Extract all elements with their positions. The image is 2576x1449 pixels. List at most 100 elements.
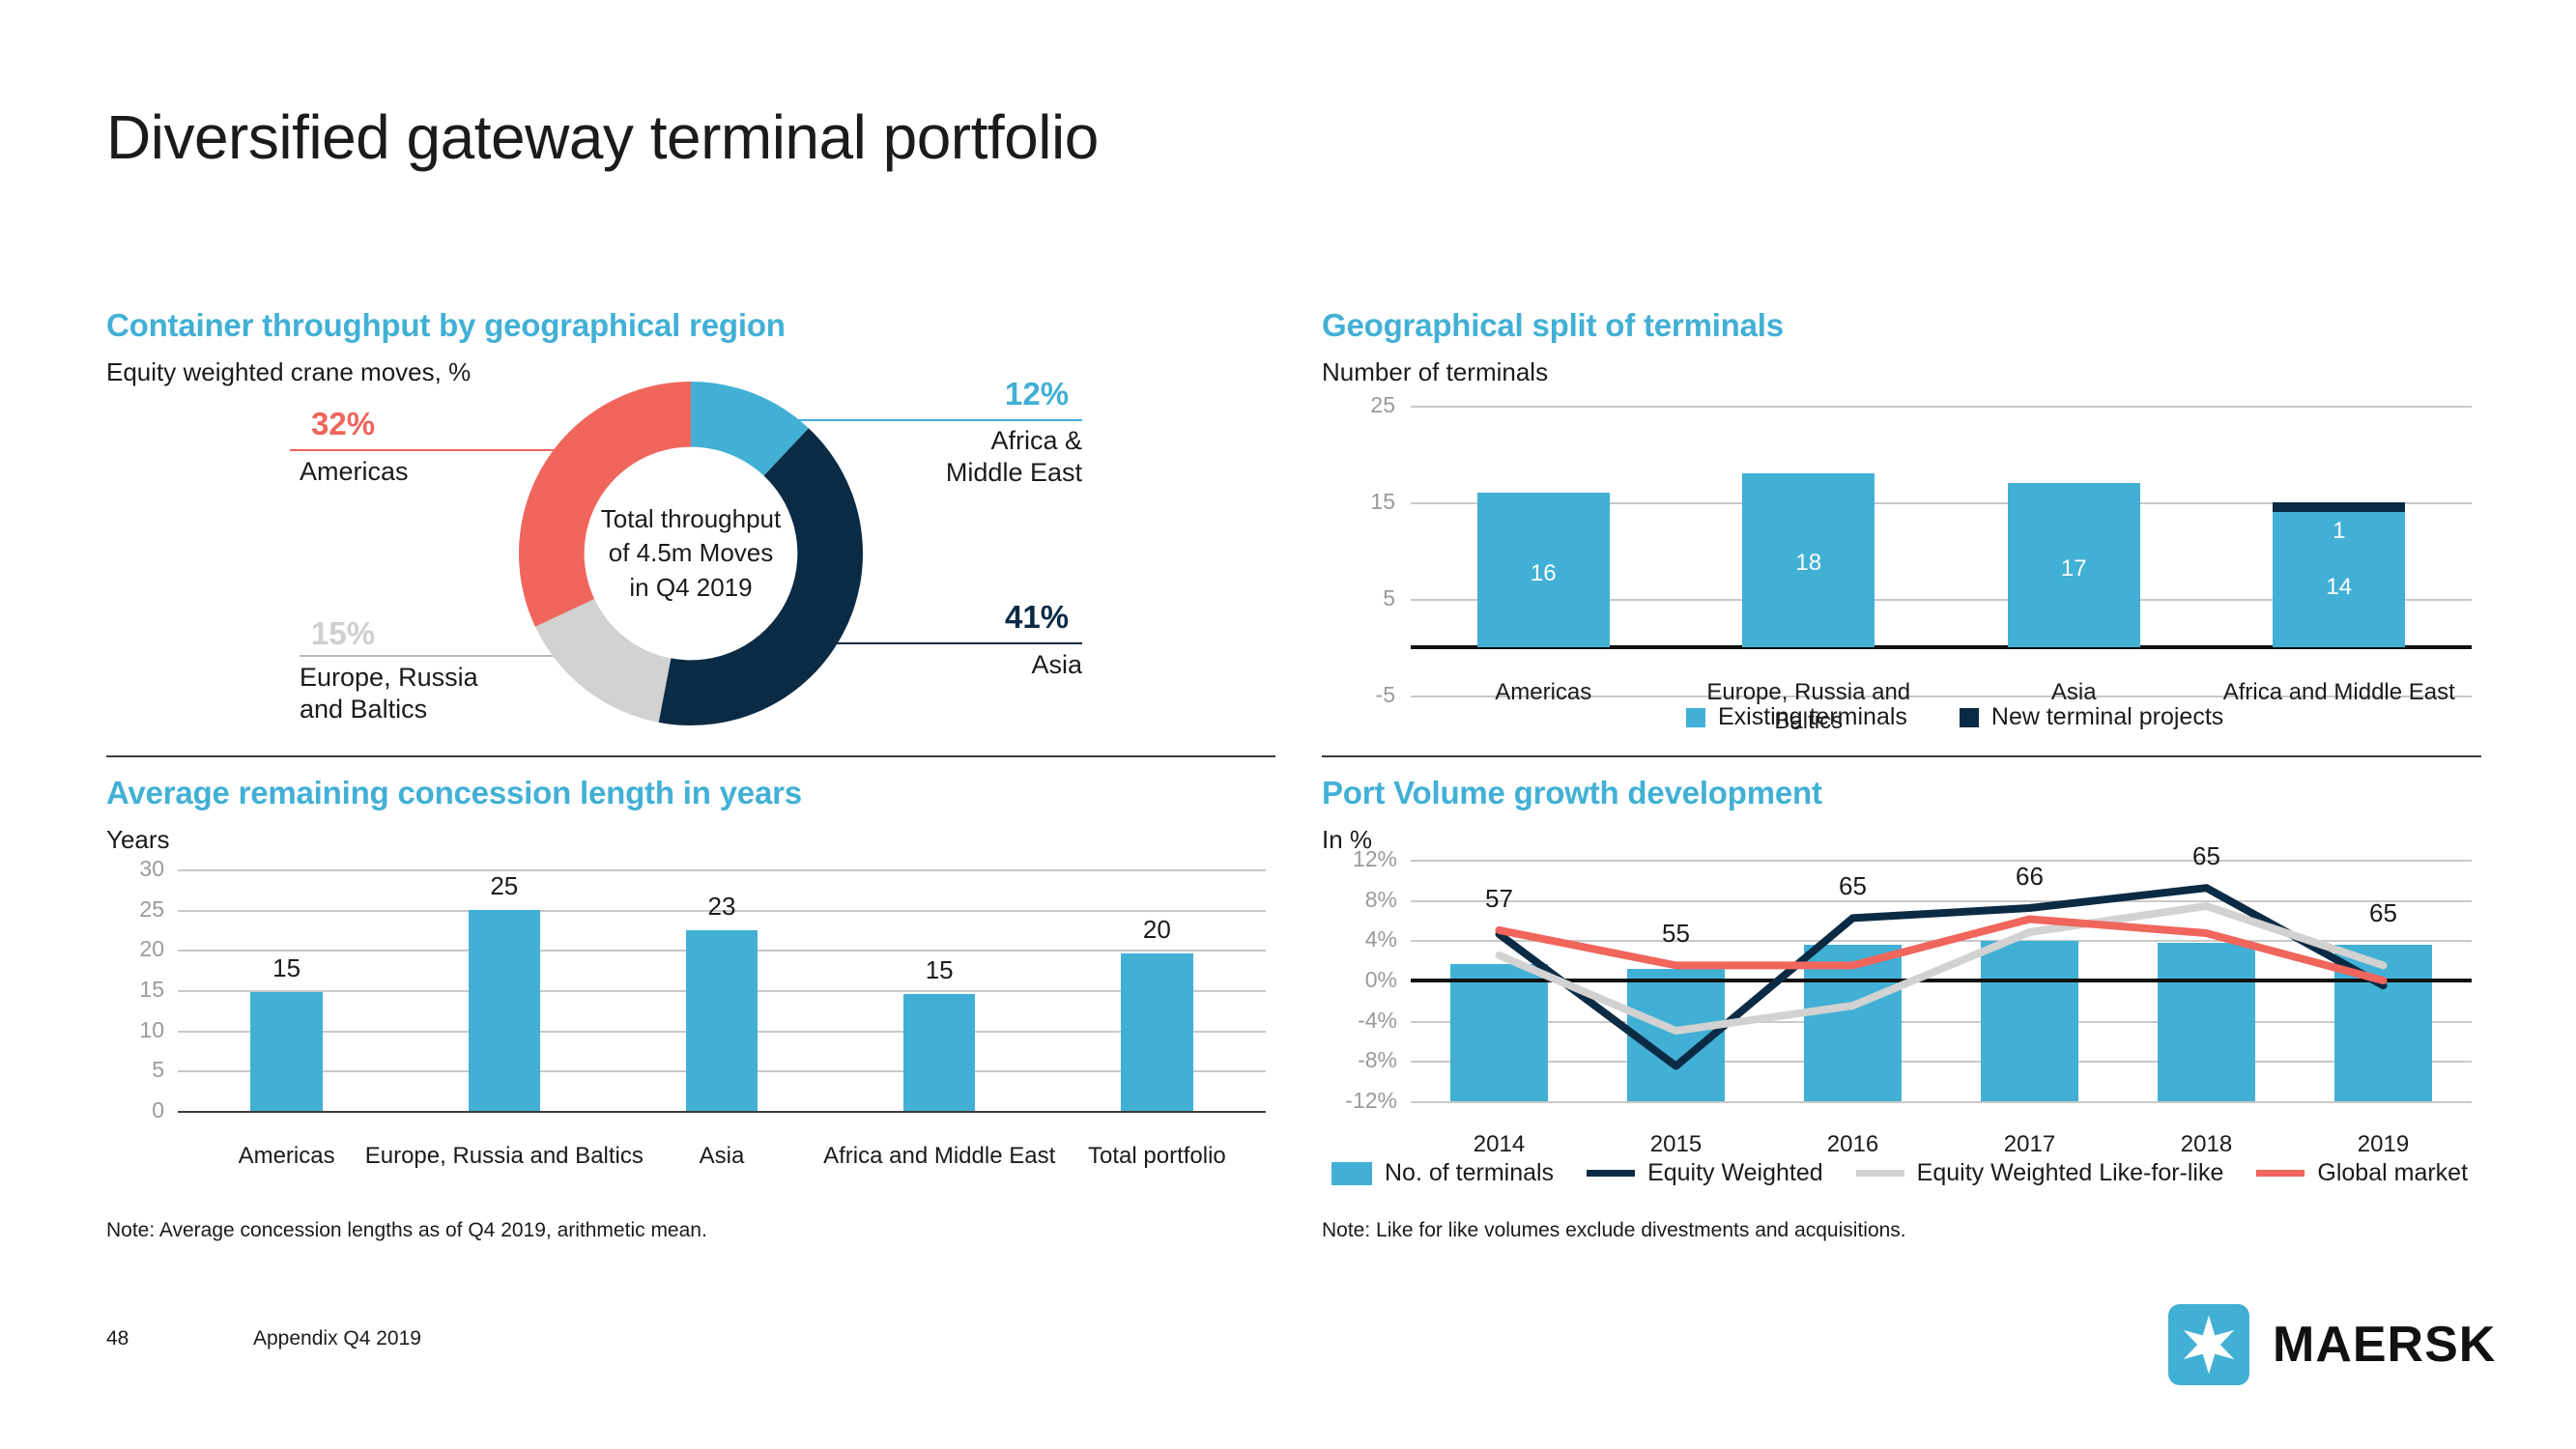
note-volume: Note: Like for like volumes exclude dive…: [1322, 1219, 1906, 1241]
volume-category-label: 2018: [2180, 1131, 2233, 1157]
volume-category-label: 2019: [2357, 1131, 2410, 1157]
concession-bar-value: 15: [925, 955, 954, 985]
maersk-wordmark: MAERSK: [2273, 1317, 2497, 1373]
volume-legend-item[interactable]: Equity Weighted Like-for-like: [1855, 1159, 2224, 1187]
footer-deck-label: Appendix Q4 2019: [253, 1327, 421, 1350]
volume-category-label: 2017: [2003, 1131, 2056, 1157]
slide-root: Diversified gateway terminal portfolio C…: [0, 0, 2576, 1449]
page-title: Diversified gateway terminal portfolio: [106, 102, 1099, 172]
concession-bar: [250, 991, 323, 1111]
volume-bar-value: 66: [2016, 862, 2044, 891]
split-bar-value-existing: 17: [2060, 554, 2087, 582]
note-concession: Note: Average concession lengths as of Q…: [106, 1219, 707, 1241]
concession-bar-value: 25: [490, 870, 519, 900]
split-y-tick: 25: [1370, 392, 1395, 417]
donut-svg: [519, 382, 863, 725]
donut-callout-pct-asia: 41%: [1005, 599, 1070, 635]
legend-swatch-icon: [1331, 1161, 1372, 1185]
split-bar-value-existing: 18: [1795, 550, 1822, 577]
volume-legend-label: Global market: [2317, 1159, 2469, 1186]
volume-gridline: [1411, 1101, 2472, 1103]
volume-legend: No. of terminals Equity Weighted Equity We…: [1331, 1159, 2468, 1187]
donut-callout-label-africa: Africa & Middle East: [945, 426, 1082, 487]
maersk-logo: MAERSK: [2168, 1304, 2496, 1385]
maersk-star-icon: [2168, 1304, 2249, 1385]
concession-bar: [1121, 952, 1193, 1111]
split-category-label: Americas: [1495, 679, 1592, 705]
panel-title-split: Geographical split of terminals: [1322, 307, 1784, 343]
concession-y-tick: 20: [139, 936, 164, 962]
volume-legend-item[interactable]: Global market: [2256, 1159, 2468, 1187]
volume-category-label: 2015: [1649, 1131, 1703, 1157]
volume-legend-item[interactable]: Equity Weighted: [1587, 1159, 1823, 1187]
split-bar-value-new: 1: [2333, 518, 2346, 544]
split-gridline: [1411, 406, 2472, 408]
concession-y-tick: 25: [139, 895, 164, 922]
split-y-tick: -5: [1375, 682, 1395, 707]
panel-subtitle-split: Number of terminals: [1322, 357, 1549, 386]
concession-gridline: [178, 1111, 1266, 1113]
legend-line-icon: [2256, 1170, 2305, 1177]
donut-slice-2: [534, 598, 672, 723]
concession-y-tick: 15: [139, 977, 164, 1002]
volume-legend-label: Equity Weighted: [1647, 1159, 1823, 1186]
panel-subtitle-concession: Years: [106, 825, 170, 854]
split-bar-value-existing: 14: [2326, 574, 2353, 601]
divider-right: [1322, 755, 2481, 757]
legend-swatch-icon: [1686, 707, 1705, 727]
concession-chart: 0 5 10 15 20 25 30 15 Americas 25 Europe, Russia a…: [106, 856, 1275, 1198]
concession-bar: [685, 929, 758, 1111]
legend-line-icon: [1855, 1170, 1904, 1177]
split-legend-item[interactable]: Existing terminals: [1686, 703, 1907, 731]
volume-bar-value: 65: [2192, 841, 2220, 871]
split-legend: Existing terminals New terminal projects: [1686, 703, 2223, 731]
split-y-tick: 5: [1383, 585, 1395, 611]
volume-category-label: 2014: [1473, 1131, 1526, 1157]
donut-callout-label-asia: Asia: [1031, 650, 1082, 679]
legend-swatch-icon: [1959, 707, 1979, 727]
concession-gridline: [178, 869, 1266, 871]
panel-title-concession: Average remaining concession length in y…: [106, 775, 802, 810]
concession-bar: [468, 909, 540, 1111]
panel-concession-length: Average remaining concession length in y…: [106, 775, 1275, 855]
split-legend-item[interactable]: New terminal projects: [1959, 703, 2224, 731]
concession-bar-value: 15: [272, 952, 301, 982]
donut-callout-pct-americas: 32%: [311, 406, 376, 441]
concession-bar-value: 23: [707, 891, 736, 921]
concession-bar-value: 20: [1142, 914, 1171, 944]
volume-bar-value: 57: [1485, 883, 1513, 913]
panel-port-volume: Port Volume growth development In %: [1322, 775, 2481, 855]
concession-y-tick: 30: [139, 856, 164, 881]
volume-legend-item[interactable]: No. of terminals: [1331, 1159, 1554, 1187]
panel-title-throughput: Container throughput by geographical reg…: [106, 307, 786, 343]
concession-bar: [903, 994, 976, 1111]
split-y-tick: 15: [1370, 489, 1395, 514]
donut-callout-pct-africa: 12%: [1005, 376, 1070, 412]
footer-page-number: 48: [106, 1327, 129, 1350]
volume-bar-value: 65: [1839, 871, 1867, 901]
divider-left: [106, 755, 1275, 757]
volume-bar-value: 65: [2369, 897, 2397, 927]
split-bar-value-existing: 16: [1530, 560, 1557, 587]
volume-category-label: 2016: [1826, 1131, 1879, 1157]
concession-y-tick: 5: [152, 1057, 164, 1083]
volume-line-0: [1495, 884, 2388, 1070]
split-bar-new: [2273, 502, 2406, 512]
donut-chart: Total throughput of 4.5m Moves in Q4 201…: [512, 375, 870, 732]
donut-slice-3: [519, 382, 691, 627]
panel-subtitle-volume: In %: [1322, 825, 1373, 854]
concession-y-tick: 10: [139, 1016, 164, 1042]
split-legend-label: New terminal projects: [1990, 703, 2224, 730]
port-volume-chart: 12% 8% 4% 0% -4% -8% -12% 2014 2015 2016 2017 2018 2…: [1322, 841, 2481, 1157]
volume-legend-label: Equity Weighted Like-for-like: [1916, 1159, 2224, 1186]
split-category-label: Africa and Middle East: [2222, 679, 2455, 705]
panel-title-volume: Port Volume growth development: [1322, 775, 1822, 810]
concession-y-tick: 0: [152, 1097, 164, 1122]
volume-legend-label: No. of terminals: [1385, 1159, 1555, 1186]
panel-geographical-split: Geographical split of terminals Number o…: [1322, 307, 2481, 387]
volume-bar-value: 55: [1662, 919, 1690, 949]
split-legend-label: Existing terminals: [1718, 703, 1907, 730]
donut-callout-pct-europe: 15%: [311, 615, 376, 651]
legend-line-icon: [1587, 1170, 1636, 1177]
geographical-split-chart: 25 15 5 -5 16 Americas 18 Europe, Russia and Bal…: [1322, 392, 2481, 734]
